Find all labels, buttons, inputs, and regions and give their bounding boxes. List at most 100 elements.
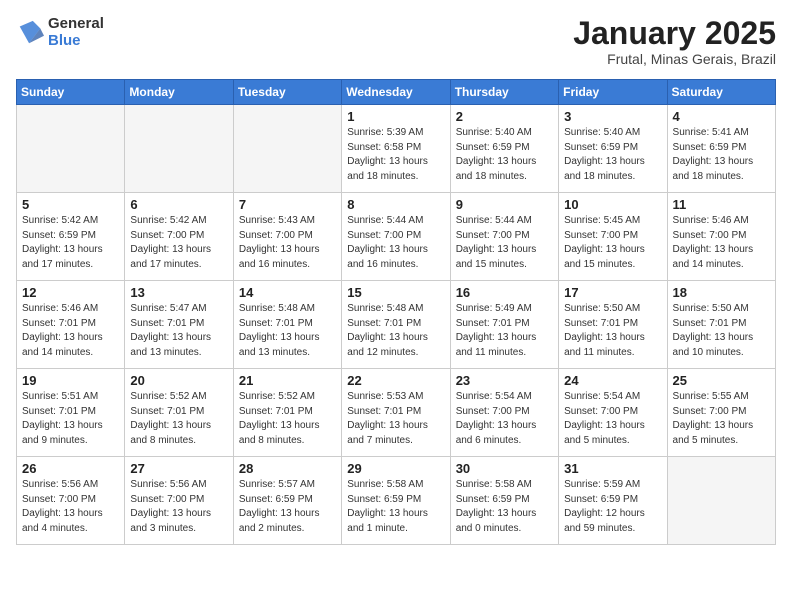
calendar-cell: 5 Sunrise: 5:42 AM Sunset: 6:59 PM Daylig… [17,193,125,281]
day-number: 1 [347,109,444,124]
logo-blue: Blue [48,33,104,50]
page-header: General Blue January 2025 Frutal, Minas … [16,16,776,67]
calendar-week-0: 1 Sunrise: 5:39 AM Sunset: 6:58 PM Daylig… [17,105,776,193]
day-info: Sunrise: 5:43 AM Sunset: 7:00 PM Dayligh… [239,214,336,272]
day-info: Sunrise: 5:56 AM Sunset: 7:00 PM Dayligh… [130,478,227,536]
day-info: Sunrise: 5:57 AM Sunset: 6:59 PM Dayligh… [239,478,336,536]
weekday-header-tuesday: Tuesday [233,80,341,105]
day-info: Sunrise: 5:56 AM Sunset: 7:00 PM Dayligh… [22,478,119,536]
calendar-cell [125,105,233,193]
logo: General Blue [16,16,104,49]
calendar-cell: 1 Sunrise: 5:39 AM Sunset: 6:58 PM Daylig… [342,105,450,193]
calendar-cell [233,105,341,193]
calendar-cell: 24 Sunrise: 5:54 AM Sunset: 7:00 PM Dayli… [559,369,667,457]
day-info: Sunrise: 5:50 AM Sunset: 7:01 PM Dayligh… [673,302,770,360]
day-info: Sunrise: 5:39 AM Sunset: 6:58 PM Dayligh… [347,126,444,184]
day-number: 25 [673,373,770,388]
calendar-cell: 26 Sunrise: 5:56 AM Sunset: 7:00 PM Dayli… [17,457,125,545]
calendar-cell: 18 Sunrise: 5:50 AM Sunset: 7:01 PM Dayli… [667,281,775,369]
day-info: Sunrise: 5:48 AM Sunset: 7:01 PM Dayligh… [347,302,444,360]
calendar-cell: 10 Sunrise: 5:45 AM Sunset: 7:00 PM Dayli… [559,193,667,281]
day-number: 21 [239,373,336,388]
day-info: Sunrise: 5:47 AM Sunset: 7:01 PM Dayligh… [130,302,227,360]
calendar-week-1: 5 Sunrise: 5:42 AM Sunset: 6:59 PM Daylig… [17,193,776,281]
calendar-cell: 15 Sunrise: 5:48 AM Sunset: 7:01 PM Dayli… [342,281,450,369]
day-number: 2 [456,109,553,124]
calendar-cell: 20Sunrise: 5:52 AM Sunset: 7:01 PM Dayli… [125,369,233,457]
calendar-cell: 3 Sunrise: 5:40 AM Sunset: 6:59 PM Daylig… [559,105,667,193]
calendar-cell: 25Sunrise: 5:55 AM Sunset: 7:00 PM Dayli… [667,369,775,457]
weekday-header-sunday: Sunday [17,80,125,105]
weekday-header-monday: Monday [125,80,233,105]
day-number: 6 [130,197,227,212]
day-info: Sunrise: 5:54 AM Sunset: 7:00 PM Dayligh… [564,390,661,448]
day-info: Sunrise: 5:58 AM Sunset: 6:59 PM Dayligh… [347,478,444,536]
calendar-week-3: 19 Sunrise: 5:51 AM Sunset: 7:01 PM Dayli… [17,369,776,457]
day-info: Sunrise: 5:40 AM Sunset: 6:59 PM Dayligh… [456,126,553,184]
day-number: 27 [130,461,227,476]
day-info: Sunrise: 5:46 AM Sunset: 7:01 PM Dayligh… [22,302,119,360]
day-info: Sunrise: 5:42 AM Sunset: 6:59 PM Dayligh… [22,214,119,272]
day-number: 8 [347,197,444,212]
day-number: 7 [239,197,336,212]
calendar-cell: 4Sunrise: 5:41 AM Sunset: 6:59 PM Daylig… [667,105,775,193]
day-info: Sunrise: 5:40 AM Sunset: 6:59 PM Dayligh… [564,126,661,184]
calendar-cell: 17 Sunrise: 5:50 AM Sunset: 7:01 PM Dayli… [559,281,667,369]
day-number: 18 [673,285,770,300]
weekday-header-wednesday: Wednesday [342,80,450,105]
weekday-header-row: SundayMondayTuesdayWednesdayThursdayFrid… [17,80,776,105]
day-number: 31 [564,461,661,476]
day-number: 13 [130,285,227,300]
day-info: Sunrise: 5:52 AM Sunset: 7:01 PM Dayligh… [239,390,336,448]
day-info: Sunrise: 5:45 AM Sunset: 7:00 PM Dayligh… [564,214,661,272]
day-number: 11 [673,197,770,212]
calendar-cell: 8 Sunrise: 5:44 AM Sunset: 7:00 PM Daylig… [342,193,450,281]
day-number: 5 [22,197,119,212]
day-number: 23 [456,373,553,388]
day-number: 16 [456,285,553,300]
day-info: Sunrise: 5:44 AM Sunset: 7:00 PM Dayligh… [347,214,444,272]
calendar-cell: 16 Sunrise: 5:49 AM Sunset: 7:01 PM Dayli… [450,281,558,369]
day-number: 17 [564,285,661,300]
calendar-cell: 27 Sunrise: 5:56 AM Sunset: 7:00 PM Dayli… [125,457,233,545]
calendar-week-4: 26 Sunrise: 5:56 AM Sunset: 7:00 PM Dayli… [17,457,776,545]
calendar-cell: 19 Sunrise: 5:51 AM Sunset: 7:01 PM Dayli… [17,369,125,457]
weekday-header-saturday: Saturday [667,80,775,105]
logo-icon [16,19,44,47]
day-info: Sunrise: 5:51 AM Sunset: 7:01 PM Dayligh… [22,390,119,448]
weekday-header-thursday: Thursday [450,80,558,105]
logo-text: General Blue [48,16,104,49]
calendar-cell: 9Sunrise: 5:44 AM Sunset: 7:00 PM Daylig… [450,193,558,281]
day-info: Sunrise: 5:52 AM Sunset: 7:01 PM Dayligh… [130,390,227,448]
day-info: Sunrise: 5:50 AM Sunset: 7:01 PM Dayligh… [564,302,661,360]
weekday-header-friday: Friday [559,80,667,105]
day-number: 29 [347,461,444,476]
calendar-cell [17,105,125,193]
day-number: 26 [22,461,119,476]
month-title: January 2025 [573,16,776,51]
day-number: 10 [564,197,661,212]
calendar-cell: 23Sunrise: 5:54 AM Sunset: 7:00 PM Dayli… [450,369,558,457]
day-info: Sunrise: 5:42 AM Sunset: 7:00 PM Dayligh… [130,214,227,272]
calendar-cell: 6 Sunrise: 5:42 AM Sunset: 7:00 PM Daylig… [125,193,233,281]
calendar-cell: 12Sunrise: 5:46 AM Sunset: 7:01 PM Dayli… [17,281,125,369]
logo-general: General [48,16,104,33]
day-number: 9 [456,197,553,212]
calendar-cell: 14Sunrise: 5:48 AM Sunset: 7:01 PM Dayli… [233,281,341,369]
location: Frutal, Minas Gerais, Brazil [573,51,776,67]
day-number: 22 [347,373,444,388]
day-number: 28 [239,461,336,476]
day-number: 4 [673,109,770,124]
calendar-cell: 2 Sunrise: 5:40 AM Sunset: 6:59 PM Daylig… [450,105,558,193]
day-number: 24 [564,373,661,388]
day-info: Sunrise: 5:59 AM Sunset: 6:59 PM Dayligh… [564,478,661,536]
day-number: 15 [347,285,444,300]
calendar-cell: 13 Sunrise: 5:47 AM Sunset: 7:01 PM Dayli… [125,281,233,369]
day-number: 14 [239,285,336,300]
day-number: 3 [564,109,661,124]
day-number: 19 [22,373,119,388]
day-info: Sunrise: 5:49 AM Sunset: 7:01 PM Dayligh… [456,302,553,360]
calendar-cell: 22Sunrise: 5:53 AM Sunset: 7:01 PM Dayli… [342,369,450,457]
day-info: Sunrise: 5:58 AM Sunset: 6:59 PM Dayligh… [456,478,553,536]
calendar-table: SundayMondayTuesdayWednesdayThursdayFrid… [16,79,776,545]
